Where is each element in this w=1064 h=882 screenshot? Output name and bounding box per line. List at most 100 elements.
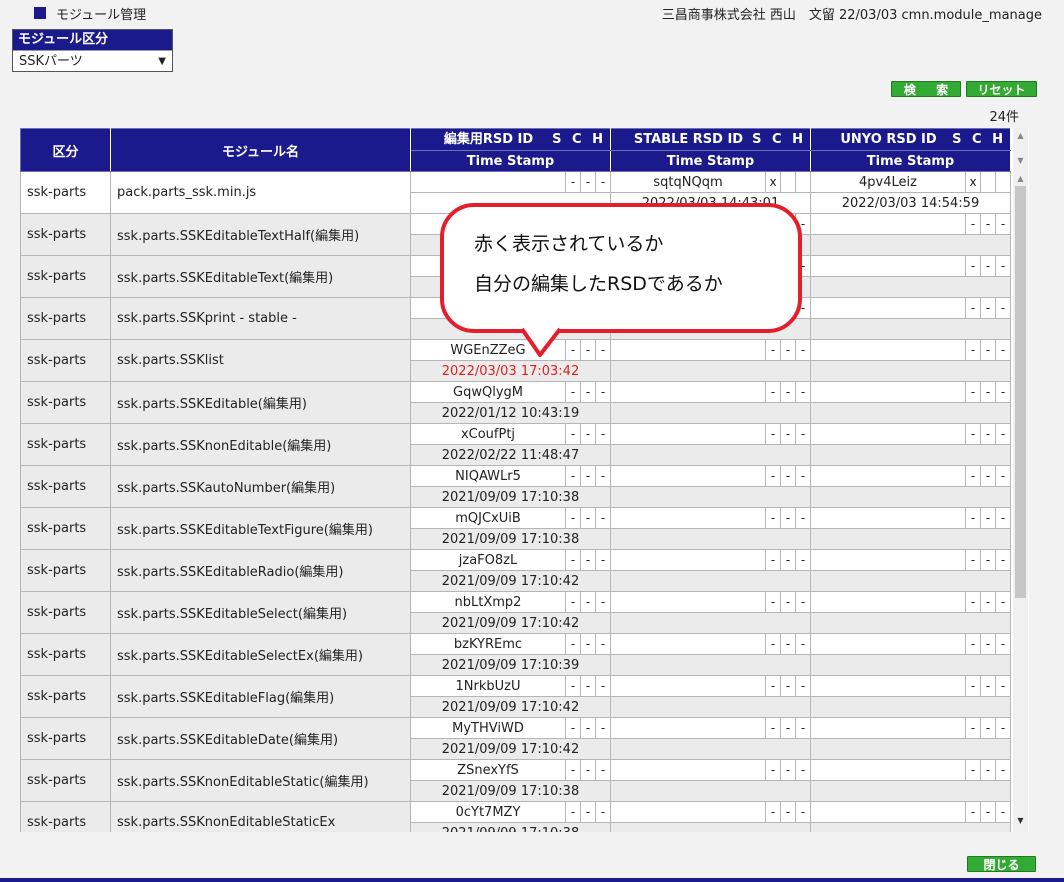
kubun-cell[interactable]: ssk-parts (20, 171, 111, 214)
unyo-flag-cell[interactable]: - (965, 507, 981, 529)
edit-rsd-id-cell[interactable]: GqwQlygM (410, 381, 566, 403)
col-header-unyo-timestamp[interactable]: Time Stamp (810, 150, 1011, 172)
edit-flag-cell[interactable]: - (565, 675, 581, 697)
module-name-cell[interactable]: ssk.parts.SSKnonEditableStatic(編集用) (110, 759, 411, 802)
edit-flag-cell[interactable]: - (595, 675, 611, 697)
stable-rsd-id-cell[interactable] (610, 759, 766, 781)
stable-flag-cell[interactable]: - (795, 801, 811, 823)
stable-flag-cell[interactable]: - (780, 549, 796, 571)
stable-rsd-id-cell[interactable] (610, 633, 766, 655)
edit-rsd-id-cell[interactable]: ZSnexYfS (410, 759, 566, 781)
module-name-cell[interactable]: ssk.parts.SSKautoNumber(編集用) (110, 465, 411, 508)
unyo-flag-cell[interactable]: - (980, 465, 996, 487)
table-row[interactable]: ssk-parts ssk.parts.SSKautoNumber(編集用) NIQ… (20, 465, 1011, 508)
unyo-flag-cell[interactable]: - (980, 801, 996, 823)
edit-flag-cell[interactable]: - (595, 759, 611, 781)
unyo-flag-cell[interactable]: - (965, 465, 981, 487)
unyo-rsd-id-cell[interactable] (810, 381, 966, 403)
stable-flag-cell[interactable]: - (765, 759, 781, 781)
unyo-flag-cell[interactable]: - (965, 759, 981, 781)
col-header-stable-rsd[interactable]: STABLE RSD ID S C H (610, 128, 811, 151)
edit-flag-cell[interactable]: - (565, 717, 581, 739)
reset-button[interactable]: リセット (966, 81, 1037, 97)
kubun-cell[interactable]: ssk-parts (20, 801, 111, 832)
unyo-flag-cell[interactable] (995, 171, 1011, 193)
scroll-up-arrow-icon[interactable]: ▲ (1013, 174, 1028, 183)
col-header-edit-rsd[interactable]: 編集用RSD ID S C H (410, 128, 611, 151)
unyo-flag-cell[interactable]: - (980, 549, 996, 571)
unyo-rsd-id-cell[interactable]: 4pv4Leiz (810, 171, 966, 193)
kubun-cell[interactable]: ssk-parts (20, 213, 111, 256)
stable-rsd-id-cell[interactable] (610, 549, 766, 571)
scroll-up-arrow-icon[interactable]: ▲ (1013, 131, 1028, 140)
stable-rsd-id-cell[interactable] (610, 801, 766, 823)
stable-rsd-id-cell[interactable] (610, 423, 766, 445)
kubun-cell[interactable]: ssk-parts (20, 591, 111, 634)
stable-flag-cell[interactable]: - (795, 759, 811, 781)
unyo-flag-cell[interactable]: - (965, 675, 981, 697)
scroll-down-arrow-icon[interactable]: ▼ (1013, 156, 1028, 165)
dropdown-arrow-icon[interactable]: ▼ (158, 51, 166, 72)
stable-flag-cell[interactable]: - (765, 507, 781, 529)
edit-rsd-id-cell[interactable]: NIQAWLr5 (410, 465, 566, 487)
stable-flag-cell[interactable]: - (780, 675, 796, 697)
table-row[interactable]: ssk-parts ssk.parts.SSKnonEditable(編集用) xC… (20, 423, 1011, 466)
close-button[interactable]: 閉じる (967, 856, 1036, 872)
unyo-flag-cell[interactable]: - (995, 381, 1011, 403)
module-name-cell[interactable]: ssk.parts.SSKnonEditableStaticEx (110, 801, 411, 832)
kubun-cell[interactable]: ssk-parts (20, 423, 111, 466)
module-name-cell[interactable]: ssk.parts.SSKlist (110, 339, 411, 382)
stable-flag-cell[interactable]: - (765, 717, 781, 739)
table-row[interactable]: ssk-parts ssk.parts.SSKlist WGEnZZeG - - - - - -… (20, 339, 1011, 382)
unyo-flag-cell[interactable]: - (980, 633, 996, 655)
edit-flag-cell[interactable]: - (580, 423, 596, 445)
edit-rsd-id-cell[interactable]: nbLtXmp2 (410, 591, 566, 613)
table-row[interactable]: ssk-parts ssk.parts.SSKEditableFlag(編集用) 1… (20, 675, 1011, 718)
edit-flag-cell[interactable]: - (580, 465, 596, 487)
edit-flag-cell[interactable]: - (595, 171, 611, 193)
module-name-cell[interactable]: pack.parts_ssk.min.js (110, 171, 411, 214)
unyo-rsd-id-cell[interactable] (810, 759, 966, 781)
edit-rsd-id-cell[interactable]: bzKYREmc (410, 633, 566, 655)
stable-flag-cell[interactable] (780, 171, 796, 193)
unyo-flag-cell[interactable]: - (995, 675, 1011, 697)
kubun-cell[interactable]: ssk-parts (20, 507, 111, 550)
table-row[interactable]: ssk-parts ssk.parts.SSKEditableDate(編集用) M… (20, 717, 1011, 760)
unyo-flag-cell[interactable]: - (995, 549, 1011, 571)
unyo-flag-cell[interactable]: - (980, 675, 996, 697)
unyo-rsd-id-cell[interactable] (810, 507, 966, 529)
edit-flag-cell[interactable]: - (580, 633, 596, 655)
unyo-flag-cell[interactable]: - (965, 297, 981, 319)
module-name-cell[interactable]: ssk.parts.SSKEditable(編集用) (110, 381, 411, 424)
table-row[interactable]: ssk-parts ssk.parts.SSKEditableSelect(編集用… (20, 591, 1011, 634)
kubun-cell[interactable]: ssk-parts (20, 717, 111, 760)
edit-flag-cell[interactable]: - (565, 423, 581, 445)
stable-rsd-id-cell[interactable] (610, 339, 766, 361)
unyo-flag-cell[interactable]: - (980, 759, 996, 781)
unyo-flag-cell[interactable]: - (980, 423, 996, 445)
unyo-flag-cell[interactable]: - (965, 801, 981, 823)
stable-rsd-id-cell[interactable] (610, 717, 766, 739)
edit-flag-cell[interactable]: - (565, 759, 581, 781)
unyo-flag-cell[interactable]: - (965, 549, 981, 571)
stable-flag-cell[interactable]: - (765, 591, 781, 613)
stable-rsd-id-cell[interactable] (610, 675, 766, 697)
scroll-down-arrow-icon[interactable]: ▼ (1013, 816, 1028, 825)
edit-flag-cell[interactable]: - (595, 507, 611, 529)
stable-flag-cell[interactable]: - (780, 633, 796, 655)
stable-flag-cell[interactable]: - (780, 759, 796, 781)
edit-flag-cell[interactable]: - (595, 381, 611, 403)
unyo-flag-cell[interactable]: x (965, 171, 981, 193)
unyo-flag-cell[interactable]: - (980, 717, 996, 739)
edit-flag-cell[interactable]: - (580, 675, 596, 697)
col-header-unyo-rsd[interactable]: UNYO RSD ID S C H (810, 128, 1011, 151)
stable-flag-cell[interactable]: - (780, 591, 796, 613)
edit-flag-cell[interactable]: - (595, 465, 611, 487)
edit-flag-cell[interactable]: - (580, 171, 596, 193)
edit-flag-cell[interactable]: - (565, 381, 581, 403)
unyo-rsd-id-cell[interactable] (810, 633, 966, 655)
unyo-flag-cell[interactable]: - (965, 423, 981, 445)
stable-rsd-id-cell[interactable] (610, 381, 766, 403)
unyo-flag-cell[interactable]: - (995, 213, 1011, 235)
edit-flag-cell[interactable]: - (595, 591, 611, 613)
